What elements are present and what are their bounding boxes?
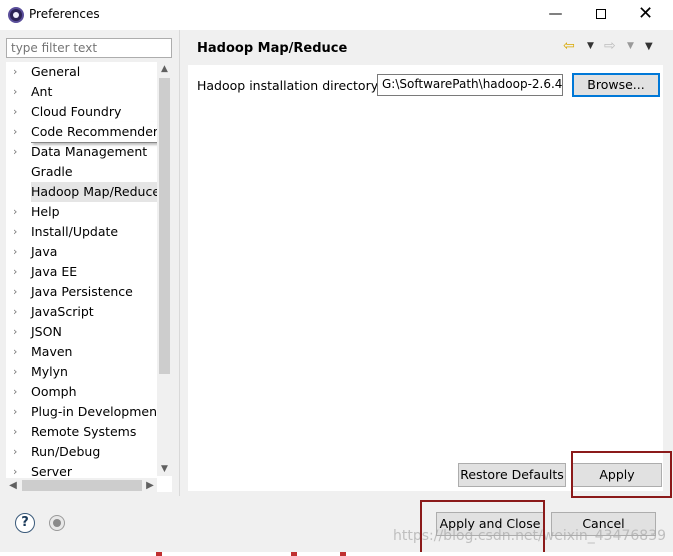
forward-arrow-icon[interactable]: ⇨ [604,38,616,54]
chevron-right-icon[interactable]: › [13,102,23,122]
scroll-down-icon[interactable]: ▼ [157,462,172,476]
tree-item-maven[interactable]: › Maven [6,342,157,362]
tree-item-ant[interactable]: › Ant [6,82,157,102]
page-title: Hadoop Map/Reduce [197,41,348,56]
chevron-right-icon[interactable]: › [13,62,23,82]
tree-item-label: Help [31,204,60,219]
tree-item-plug-in-development[interactable]: › Plug-in Development [6,402,162,422]
tree-item-data-management[interactable]: › Data Management [6,142,157,162]
tree-item-label: Java Persistence [31,284,133,299]
chevron-right-icon[interactable]: › [13,202,23,222]
highlight-box-apply-close [420,500,545,554]
tree-item-json[interactable]: › JSON [6,322,157,342]
tree-item-label: Hadoop Map/Reduce [31,182,163,202]
tree-item-label: Maven [31,344,73,359]
tree-item-label: Java [31,244,58,259]
maximize-icon [595,9,606,19]
split-sash[interactable] [179,30,180,496]
chevron-right-icon[interactable]: › [13,382,23,402]
tree-item-label: Run/Debug [31,444,101,459]
back-dropdown-icon[interactable]: ▼ [587,41,594,51]
title-bar: Preferences — ✕ [0,0,673,30]
tree-item-mylyn[interactable]: › Mylyn [6,362,157,382]
tree-item-gradle[interactable]: Gradle [6,162,157,182]
tree-item-java-ee[interactable]: › Java EE [6,262,157,282]
view-menu-icon[interactable]: ▼ [645,41,653,52]
back-arrow-icon[interactable]: ⇦ [563,38,575,54]
preference-tree: › General › Ant › Cloud Foundry › Code Recommen… [6,62,172,492]
tree-item-label: JSON [31,324,62,339]
bottom-strip [0,552,673,556]
tree-item-java-persistence[interactable]: › Java Persistence [6,282,157,302]
chevron-right-icon[interactable]: › [13,142,23,162]
tree-item-remote-systems[interactable]: › Remote Systems [6,422,157,442]
chevron-right-icon[interactable]: › [13,122,23,142]
chevron-right-icon[interactable]: › [13,222,23,242]
restore-defaults-button[interactable]: Restore Defaults [458,463,566,487]
tree-vertical-scrollbar[interactable]: ▲ ▼ [157,62,172,476]
install-dir-label: Hadoop installation directory: [197,78,382,93]
chevron-right-icon[interactable]: › [13,302,23,322]
red-mark [156,552,162,556]
tree-item-label: Data Management [31,144,148,159]
minimize-button[interactable]: — [533,0,578,30]
preference-page-content [188,65,663,491]
red-mark [340,552,346,556]
vertical-scroll-thumb[interactable] [159,78,170,374]
tree-item-label: Cloud Foundry [31,104,122,119]
tree-horizontal-scrollbar[interactable]: ◀ ▶ [6,478,157,493]
scroll-right-icon[interactable]: ▶ [143,478,157,493]
tree-item-java[interactable]: › Java [6,242,157,262]
tree-item-label: Plug-in Development [31,404,162,419]
tree-item-hadoop-map-reduce[interactable]: Hadoop Map/Reduce [6,182,163,202]
tree-item-javascript[interactable]: › JavaScript [6,302,157,322]
close-button[interactable]: ✕ [623,0,668,30]
tree-item-label: Install/Update [31,224,119,239]
scroll-up-icon[interactable]: ▲ [157,62,172,76]
chevron-right-icon[interactable]: › [13,442,23,462]
forward-dropdown-icon[interactable]: ▼ [627,41,634,51]
chevron-right-icon[interactable]: › [13,262,23,282]
tree-item-label: Java EE [31,264,78,279]
tree-item-label: Gradle [31,164,73,179]
tree-item-label: General [31,64,81,79]
chevron-right-icon[interactable]: › [13,342,23,362]
chevron-right-icon[interactable]: › [13,242,23,262]
record-icon[interactable] [49,515,65,531]
tree-item-label: Code Recommenders [31,122,167,143]
tree-item-oomph[interactable]: › Oomph [6,382,157,402]
maximize-button[interactable] [578,0,623,30]
tree-item-help[interactable]: › Help [6,202,157,222]
red-mark [291,552,297,556]
tree-item-label: Oomph [31,384,77,399]
chevron-right-icon[interactable]: › [13,402,23,422]
tree-item-label: Remote Systems [31,424,137,439]
chevron-right-icon[interactable]: › [13,82,23,102]
tree-item-label: Ant [31,84,53,99]
eclipse-app-icon [8,7,24,23]
window-title: Preferences [29,7,100,21]
tree-item-install-update[interactable]: › Install/Update [6,222,157,242]
install-dir-input[interactable]: G:\SoftwarePath\hadoop-2.6.4 [377,74,563,96]
tree-item-label: Mylyn [31,364,68,379]
tree-item-general[interactable]: › General [6,62,157,82]
highlight-box-apply [571,451,672,498]
filter-input[interactable] [6,38,172,58]
tree-item-cloud-foundry[interactable]: › Cloud Foundry [6,102,157,122]
tree-item-run-debug[interactable]: › Run/Debug [6,442,157,462]
chevron-right-icon[interactable]: › [13,422,23,442]
chevron-right-icon[interactable]: › [13,322,23,342]
browse-button[interactable]: Browse... [572,73,660,97]
tree-item-label: JavaScript [31,304,94,319]
horizontal-scroll-thumb[interactable] [22,480,142,491]
chevron-right-icon[interactable]: › [13,362,23,382]
tree-item-code-recommenders[interactable]: › Code Recommenders [6,122,167,143]
chevron-right-icon[interactable]: › [13,282,23,302]
help-icon[interactable]: ? [15,513,35,533]
scroll-left-icon[interactable]: ◀ [6,478,20,493]
